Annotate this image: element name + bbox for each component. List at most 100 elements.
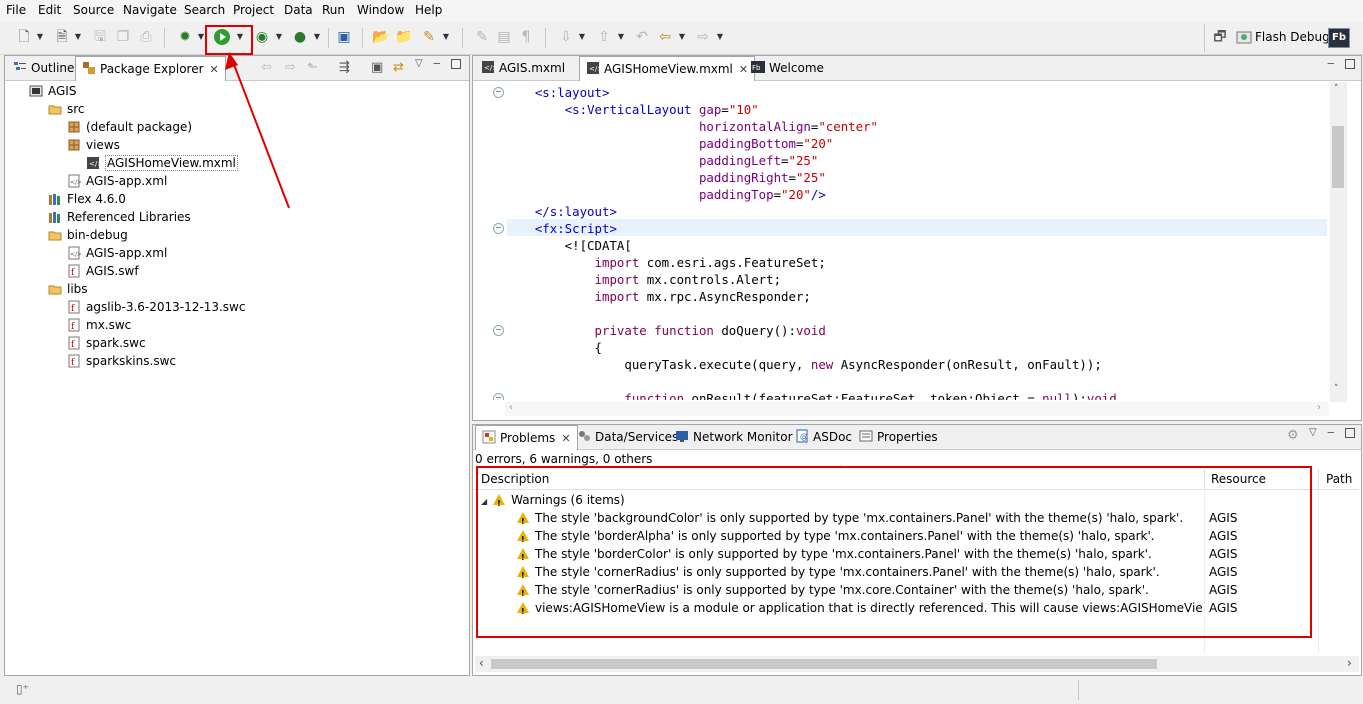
tree-item[interactable]: </> AGISHomeView.mxml: [86, 154, 238, 172]
tree-item[interactable]: f mx.swc: [67, 316, 131, 334]
view-menu-icon[interactable]: ▽: [415, 58, 423, 69]
menu-source[interactable]: Source: [73, 3, 114, 17]
fast-view-icon[interactable]: ▯⁺: [16, 682, 29, 696]
flash-perspective-badge[interactable]: Fb: [1328, 28, 1350, 48]
code-area[interactable]: − <s:layout> <s:VerticalLayout gap="10" …: [473, 82, 1329, 400]
prev-annotation-icon[interactable]: ⇧: [594, 27, 614, 47]
scroll-right-icon[interactable]: ›: [1347, 656, 1352, 670]
print-icon[interactable]: ⎙: [136, 27, 156, 47]
back-icon[interactable]: ⇦: [655, 27, 675, 47]
tree-item[interactable]: f agslib-3.6-2013-12-13.swc: [67, 298, 245, 316]
new-file-icon[interactable]: 🗎: [52, 27, 72, 47]
search-dropdown-icon[interactable]: ▼: [442, 27, 450, 47]
open-folder-icon[interactable]: 📂: [371, 27, 391, 47]
external-tools-icon[interactable]: ●: [290, 27, 310, 47]
fold-toggle-icon[interactable]: −: [493, 393, 504, 400]
collapse-all-icon[interactable]: ⇶: [339, 60, 350, 75]
external-tools-dropdown-icon[interactable]: ▼: [313, 27, 321, 47]
tab-network-monitor[interactable]: Network Monitor: [669, 425, 799, 449]
scroll-left-icon[interactable]: ‹: [479, 656, 484, 670]
minimize-editor-icon[interactable]: ▣: [371, 60, 383, 75]
show-whitespace-icon[interactable]: ¶: [516, 27, 536, 47]
pen-icon[interactable]: ✎: [472, 27, 492, 47]
save-all-icon[interactable]: ❐: [113, 27, 133, 47]
tree-item[interactable]: src: [48, 100, 85, 118]
maximize-icon[interactable]: [1345, 428, 1355, 438]
tree-item[interactable]: Flex 4.6.0: [48, 190, 126, 208]
minimize-icon[interactable]: ‒: [1327, 425, 1335, 439]
tab-data-services[interactable]: Data/Services: [571, 425, 684, 449]
tree-item[interactable]: libs: [48, 280, 88, 298]
tab-outline[interactable]: Outline: [7, 56, 80, 80]
open-type-icon[interactable]: 📁: [394, 27, 414, 47]
tab-agishomeview-mxml[interactable]: </>AGISHomeView.mxml✕: [579, 56, 756, 81]
new-icon[interactable]: 🗋: [14, 27, 34, 47]
new-file-dropdown-icon[interactable]: ▼: [74, 27, 82, 47]
debug-icon[interactable]: ✹: [175, 27, 195, 47]
tree-item[interactable]: f AGIS.swf: [67, 262, 139, 280]
scrollbar-thumb[interactable]: [491, 659, 1157, 669]
editor-horizontal-scrollbar[interactable]: ‹ ›: [505, 402, 1329, 416]
search-flashlight-icon[interactable]: ✎: [419, 27, 439, 47]
menu-window[interactable]: Window: [357, 3, 404, 17]
up-nav-icon[interactable]: ⬑: [307, 60, 318, 75]
prev-annotation-dropdown-icon[interactable]: ▼: [617, 27, 625, 47]
tree-item[interactable]: bin-debug: [48, 226, 128, 244]
scroll-down-icon[interactable]: ˅: [1334, 384, 1339, 394]
minimize-icon[interactable]: ‒: [1327, 56, 1335, 70]
block-select-icon[interactable]: ▤: [494, 27, 514, 47]
flash-debug-perspective-button[interactable]: Flash Debug: [1255, 30, 1330, 44]
maximize-icon[interactable]: [1345, 59, 1355, 69]
maximize-icon[interactable]: [451, 59, 461, 69]
filter-icon[interactable]: ⚙: [1287, 428, 1299, 443]
menu-help[interactable]: Help: [415, 3, 442, 17]
profile-dropdown-icon[interactable]: ▼: [275, 27, 283, 47]
scrollbar-thumb[interactable]: [1332, 126, 1344, 188]
menu-edit[interactable]: Edit: [38, 3, 61, 17]
scroll-up-icon[interactable]: ˄: [1334, 84, 1339, 94]
tab-problems[interactable]: Problems ✕: [475, 425, 578, 450]
fold-toggle-icon[interactable]: −: [493, 223, 504, 234]
tree-item[interactable]: Referenced Libraries: [48, 208, 191, 226]
menu-project[interactable]: Project: [233, 3, 274, 17]
next-annotation-dropdown-icon[interactable]: ▼: [578, 27, 586, 47]
scroll-left-icon[interactable]: ‹: [509, 402, 513, 413]
tab-package-explorer[interactable]: Package Explorer ✕: [75, 56, 226, 81]
tree-item[interactable]: f spark.swc: [67, 334, 146, 352]
menu-data[interactable]: Data: [284, 3, 313, 17]
profile-icon[interactable]: ◉: [252, 27, 272, 47]
menu-search[interactable]: Search: [184, 3, 225, 17]
export-release-icon[interactable]: ▣: [334, 27, 354, 47]
last-edit-icon[interactable]: ↶: [632, 27, 652, 47]
link-with-editor-icon[interactable]: ⇄: [393, 60, 404, 75]
tab-agis-mxml[interactable]: </>AGIS.mxml: [475, 56, 571, 80]
view-menu-icon[interactable]: ▽: [1309, 427, 1317, 438]
tab-properties[interactable]: Properties: [853, 425, 944, 449]
problems-horizontal-scrollbar[interactable]: ‹ ›: [475, 656, 1359, 672]
debug-dropdown-icon[interactable]: ▼: [197, 27, 205, 47]
tab-asdoc[interactable]: @ ASDoc: [789, 425, 858, 449]
fold-toggle-icon[interactable]: −: [493, 87, 504, 98]
tree-item[interactable]: </> AGIS-app.xml: [67, 172, 167, 190]
close-icon[interactable]: ✕: [561, 432, 570, 445]
column-path[interactable]: Path: [1326, 472, 1352, 486]
back-dropdown-icon[interactable]: ▼: [678, 27, 686, 47]
menu-navigate[interactable]: Navigate: [123, 3, 177, 17]
new-dropdown-icon[interactable]: ▼: [36, 27, 44, 47]
editor-vertical-scrollbar[interactable]: ˄ ˅: [1330, 82, 1347, 402]
tree-item[interactable]: views: [67, 136, 120, 154]
tree-item[interactable]: </> AGIS-app.xml: [67, 244, 167, 262]
menu-run[interactable]: Run: [322, 3, 345, 17]
menu-file[interactable]: File: [6, 3, 26, 17]
forward-icon[interactable]: ⇨: [693, 27, 713, 47]
forward-dropdown-icon[interactable]: ▼: [716, 27, 724, 47]
tab-welcome[interactable]: Fb Welcome: [745, 56, 830, 80]
tree-item[interactable]: AGIS: [29, 82, 76, 100]
open-perspective-icon[interactable]: 🗗: [1210, 27, 1230, 47]
save-icon[interactable]: 🖫: [90, 27, 110, 47]
scroll-right-icon[interactable]: ›: [1317, 402, 1321, 413]
close-icon[interactable]: ✕: [210, 63, 219, 76]
tree-item[interactable]: (default package): [67, 118, 192, 136]
tree-item[interactable]: f sparkskins.swc: [67, 352, 176, 370]
fold-toggle-icon[interactable]: −: [493, 325, 504, 336]
